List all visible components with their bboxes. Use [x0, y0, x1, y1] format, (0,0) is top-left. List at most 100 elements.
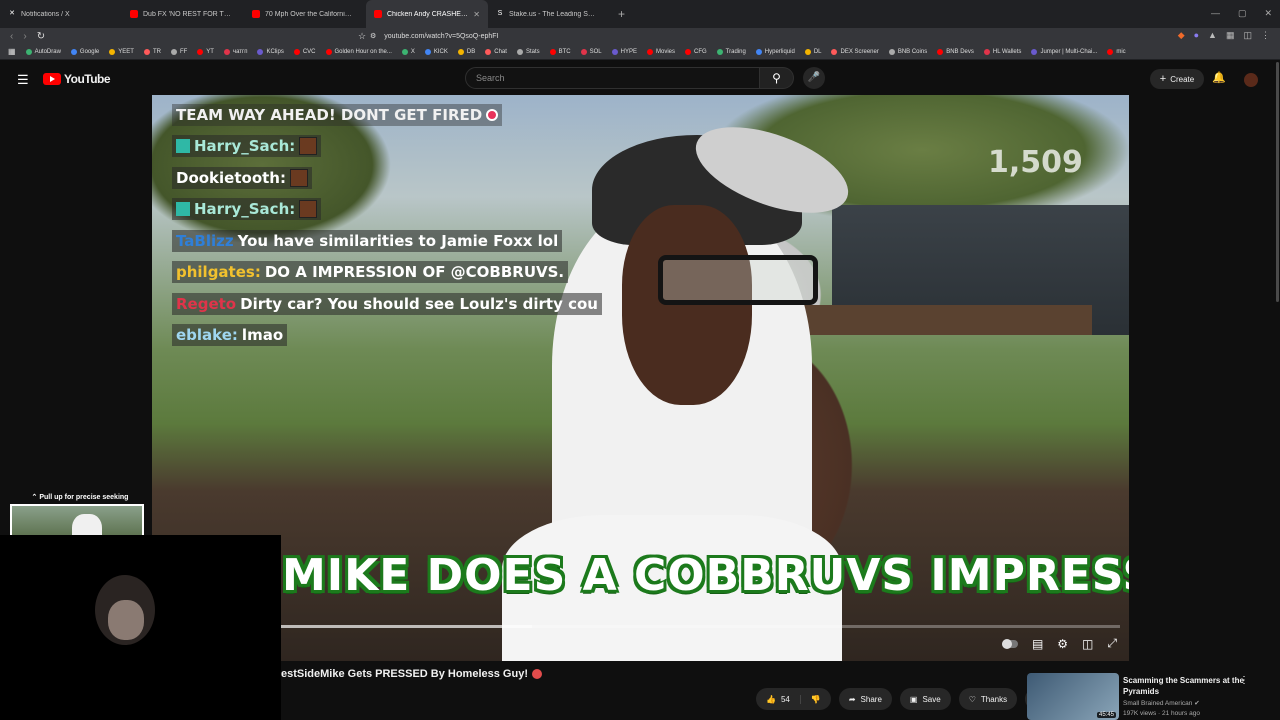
- more-options-icon[interactable]: ⋮: [1239, 675, 1249, 686]
- browser-tab[interactable]: ✕ Notifications / X: [0, 0, 122, 28]
- subtitles-icon[interactable]: ▤: [1032, 637, 1043, 651]
- bookmark-item[interactable]: AutoDraw: [25, 48, 61, 55]
- browser-tab[interactable]: Dub FX 'NO REST FOR THE WICKED': [122, 0, 244, 28]
- recommended-channel[interactable]: Small Brained American ✔: [1123, 699, 1200, 707]
- bookmark-item[interactable]: X: [401, 48, 415, 55]
- bookmark-label: YEET: [118, 48, 134, 55]
- bookmark-item[interactable]: CFG: [685, 48, 707, 55]
- bookmark-favicon-icon: [257, 48, 264, 55]
- reload-icon[interactable]: ↻: [37, 31, 45, 42]
- bookmark-label: CVC: [302, 48, 316, 55]
- browser-tab[interactable]: S Stake.us - The Leading Social Casino: [488, 0, 610, 28]
- search-input[interactable]: Search: [465, 67, 760, 89]
- bookmark-item[interactable]: Hyperliquid: [755, 48, 795, 55]
- youtube-logo-text: YouTube: [64, 72, 111, 86]
- bookmark-label: Chat: [494, 48, 507, 55]
- page-scrollbar[interactable]: [1276, 62, 1279, 302]
- video-progress-bar[interactable]: [280, 625, 1120, 628]
- extension-icon[interactable]: ◆: [1178, 30, 1185, 41]
- settings-gear-icon[interactable]: ⚙: [1057, 637, 1068, 651]
- puzzle-icon[interactable]: ▦: [1226, 30, 1235, 41]
- extension-icon[interactable]: ●: [1194, 30, 1199, 41]
- save-button[interactable]: ▣ Save: [899, 688, 951, 710]
- omnibox[interactable]: ☆ ⚙ youtube.com/watch?v=5QsoQ-ephFI: [358, 28, 498, 44]
- avatar[interactable]: [1244, 73, 1258, 87]
- bookmark-item[interactable]: DB: [457, 48, 475, 55]
- apps-grid-icon[interactable]: ▦: [8, 47, 16, 56]
- bookmark-label: CFG: [694, 48, 707, 55]
- extension-icon[interactable]: ▲: [1208, 30, 1217, 41]
- bookmark-favicon-icon: [983, 48, 990, 55]
- bookmark-item[interactable]: mic: [1107, 48, 1126, 55]
- bookmark-item[interactable]: Movies: [646, 48, 675, 55]
- youtube-logo[interactable]: YouTube: [43, 72, 111, 86]
- browser-tab[interactable]: Chicken Andy CRASHES Nic ✕: [366, 0, 488, 28]
- video-player[interactable]: TEAM WAY AHEAD! DONT GET FIRED Harry_Sac…: [152, 95, 1129, 661]
- bookmark-favicon-icon: [1031, 48, 1038, 55]
- bookmark-item[interactable]: SOL: [580, 48, 602, 55]
- bookmark-favicon-icon: [457, 48, 464, 55]
- bookmark-item[interactable]: Golden Hour on the...: [325, 48, 392, 55]
- bookmark-item[interactable]: FF: [170, 48, 187, 55]
- back-icon[interactable]: ‹: [10, 31, 13, 42]
- like-button[interactable]: 👍 54: [756, 694, 801, 704]
- url-text[interactable]: youtube.com/watch?v=5QsoQ-ephFI: [384, 33, 498, 40]
- youtube-icon: [130, 10, 138, 18]
- dislike-button[interactable]: 👎: [801, 695, 831, 704]
- thanks-button[interactable]: ♡ Thanks: [958, 688, 1018, 710]
- bookmark-label: BNB Coins: [897, 48, 928, 55]
- bookmark-favicon-icon: [937, 48, 944, 55]
- chat-badge-icon: [176, 139, 190, 154]
- hamburger-menu-icon[interactable]: ☰: [17, 72, 29, 88]
- bookmark-item[interactable]: KICK: [424, 48, 448, 55]
- bookmark-star-icon[interactable]: ☆: [358, 31, 366, 42]
- bookmark-item[interactable]: чатгп: [223, 48, 247, 55]
- bookmark-item[interactable]: DEX Screener: [831, 48, 879, 55]
- browser-tab[interactable]: 70 Mph Over the California Coast //: [244, 0, 366, 28]
- bookmark-favicon-icon: [143, 48, 150, 55]
- recommended-video[interactable]: 45:45 Scamming the Scammers at the Pyram…: [1027, 673, 1277, 720]
- voice-search-button[interactable]: 🎤: [803, 67, 825, 89]
- minimize-icon[interactable]: —: [1211, 8, 1220, 19]
- bookmark-item[interactable]: HYPE: [611, 48, 637, 55]
- maximize-icon[interactable]: ▢: [1238, 8, 1247, 19]
- share-button[interactable]: ➦ Share: [838, 688, 892, 710]
- chat-message: Harry_Sach:: [172, 131, 572, 163]
- viewer-count: 1,509: [988, 145, 1083, 180]
- bookmark-item[interactable]: TR: [143, 48, 161, 55]
- search-button[interactable]: ⚲: [760, 67, 794, 89]
- bookmark-item[interactable]: BTC: [549, 48, 571, 55]
- bookmark-label: YT: [206, 48, 214, 55]
- chat-username: eblake:: [176, 326, 238, 345]
- bookmark-item[interactable]: Jumper | Multi-Chai...: [1031, 48, 1097, 55]
- bookmark-item[interactable]: YT: [197, 48, 214, 55]
- autoplay-toggle[interactable]: [1001, 638, 1018, 649]
- bookmark-item[interactable]: Chat: [485, 48, 507, 55]
- bookmark-item[interactable]: CVC: [293, 48, 316, 55]
- fullscreen-icon[interactable]: ⤢: [1107, 636, 1117, 651]
- new-tab-button[interactable]: +: [610, 7, 633, 21]
- recommended-thumbnail[interactable]: 45:45: [1027, 673, 1119, 720]
- create-button[interactable]: + Create: [1150, 69, 1204, 89]
- notifications-bell-icon[interactable]: 🔔: [1212, 71, 1226, 84]
- bookmark-item[interactable]: HL Wallets: [983, 48, 1021, 55]
- bookmark-item[interactable]: BNB Coins: [888, 48, 928, 55]
- bookmark-item[interactable]: KClips: [257, 48, 284, 55]
- bookmark-item[interactable]: BNB Devs: [937, 48, 974, 55]
- bookmark-item[interactable]: YEET: [109, 48, 134, 55]
- forward-icon[interactable]: ›: [23, 31, 26, 42]
- close-window-icon[interactable]: ✕: [1264, 8, 1272, 19]
- tab-close-icon[interactable]: ✕: [473, 10, 480, 19]
- address-bar-row: ‹ › ↻ ☆ ⚙ youtube.com/watch?v=5QsoQ-ephF…: [0, 28, 1280, 44]
- site-info-icon[interactable]: ⚙: [370, 32, 376, 40]
- bookmark-label: DEX Screener: [840, 48, 879, 55]
- bookmark-item[interactable]: Google: [70, 48, 99, 55]
- verified-icon: ✔: [1194, 700, 1200, 707]
- bookmark-item[interactable]: Stats: [516, 48, 540, 55]
- bookmark-item[interactable]: DL: [804, 48, 821, 55]
- miniplayer-icon[interactable]: ◫: [1082, 637, 1093, 651]
- menu-icon[interactable]: ⋮: [1261, 30, 1270, 41]
- bookmark-item[interactable]: Trading: [716, 48, 746, 55]
- microphone-icon: 🎤: [807, 72, 821, 83]
- sidebar-icon[interactable]: ◫: [1243, 30, 1252, 41]
